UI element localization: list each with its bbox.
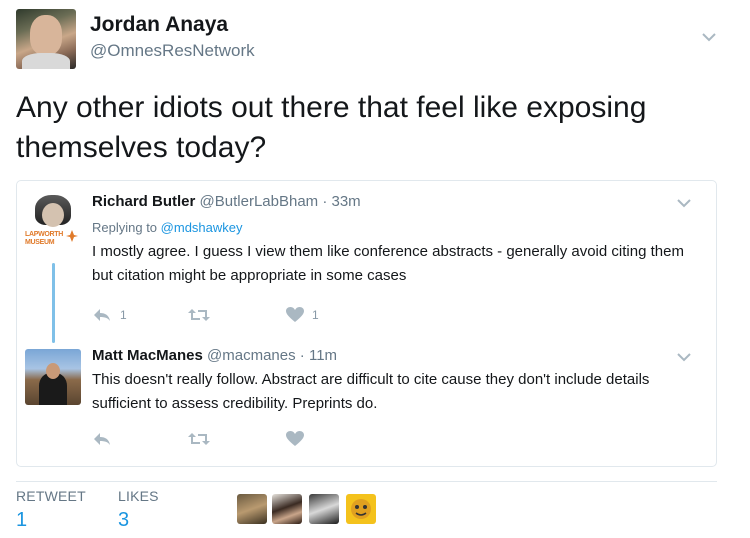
heart-icon <box>286 307 304 322</box>
avatar[interactable] <box>25 349 81 405</box>
avatar[interactable]: LAPWORTH MUSEUM <box>25 195 81 251</box>
reply-author-name[interactable]: Matt MacManes <box>92 347 203 364</box>
retweet-stat-label: RETWEET <box>16 488 86 504</box>
liker-avatar[interactable] <box>346 494 376 524</box>
reply-timestamp[interactable]: 11m <box>309 347 337 364</box>
reply-icon <box>94 433 110 445</box>
avatar-logo-text: LAPWORTH MUSEUM <box>25 231 64 246</box>
replying-to-link[interactable]: @mdshawkey <box>161 220 243 235</box>
reply-text: I mostly agree. I guess I view them like… <box>92 243 684 284</box>
retweet-icon <box>188 433 210 445</box>
reply-author-name[interactable]: Richard Butler <box>92 193 195 210</box>
thread-connector <box>52 263 55 343</box>
tweet-header: Jordan Anaya @OmnesResNetwork <box>16 9 734 71</box>
tweet-text: Any other idiots out there that feel lik… <box>16 91 647 164</box>
heart-icon <box>286 431 304 446</box>
liker-avatar[interactable] <box>309 494 339 524</box>
reply-timestamp[interactable]: 33m <box>332 193 361 210</box>
likes-stat[interactable]: LIKES 3 <box>118 488 159 532</box>
like-button[interactable]: 1 <box>286 305 319 325</box>
chevron-down-icon[interactable] <box>701 29 717 45</box>
liker-avatar[interactable] <box>237 494 267 524</box>
author-handle[interactable]: @OmnesResNetwork <box>90 41 255 61</box>
retweet-stat-count: 1 <box>16 509 28 531</box>
likes-stat-label: LIKES <box>118 488 159 504</box>
retweet-button[interactable] <box>188 305 210 325</box>
reply-text: This doesn't really follow. Abstract are… <box>92 371 650 412</box>
reply-count: 1 <box>120 308 127 322</box>
retweet-icon <box>188 309 210 321</box>
author-name[interactable]: Jordan Anaya <box>90 13 228 37</box>
reply-author-handle[interactable]: @macmanes <box>207 347 296 364</box>
chevron-down-icon[interactable] <box>676 195 692 211</box>
reply-header: Richard Butler @ButlerLabBham · 33m <box>92 193 361 210</box>
quoted-conversation[interactable]: LAPWORTH MUSEUM Richard Butler @ButlerLa… <box>16 180 717 467</box>
reply-header: Matt MacManes @macmanes · 11m <box>92 347 338 364</box>
likes-stat-count: 3 <box>118 509 130 531</box>
reply-author-handle[interactable]: @ButlerLabBham <box>200 193 319 210</box>
retweet-button[interactable] <box>188 429 210 449</box>
like-button[interactable] <box>286 429 304 449</box>
like-count: 1 <box>312 308 319 322</box>
reply-button[interactable] <box>92 429 112 449</box>
chevron-down-icon[interactable] <box>676 349 692 365</box>
reply-button[interactable]: 1 <box>92 305 127 325</box>
retweet-stat[interactable]: RETWEET 1 <box>16 488 86 532</box>
divider <box>16 481 717 482</box>
reply-icon <box>94 309 110 321</box>
replying-to: Replying to @mdshawkey <box>92 220 243 235</box>
author-avatar[interactable] <box>16 9 76 69</box>
replying-to-prefix: Replying to <box>92 220 158 235</box>
museum-logo-icon <box>66 230 78 242</box>
liker-avatar[interactable] <box>272 494 302 524</box>
